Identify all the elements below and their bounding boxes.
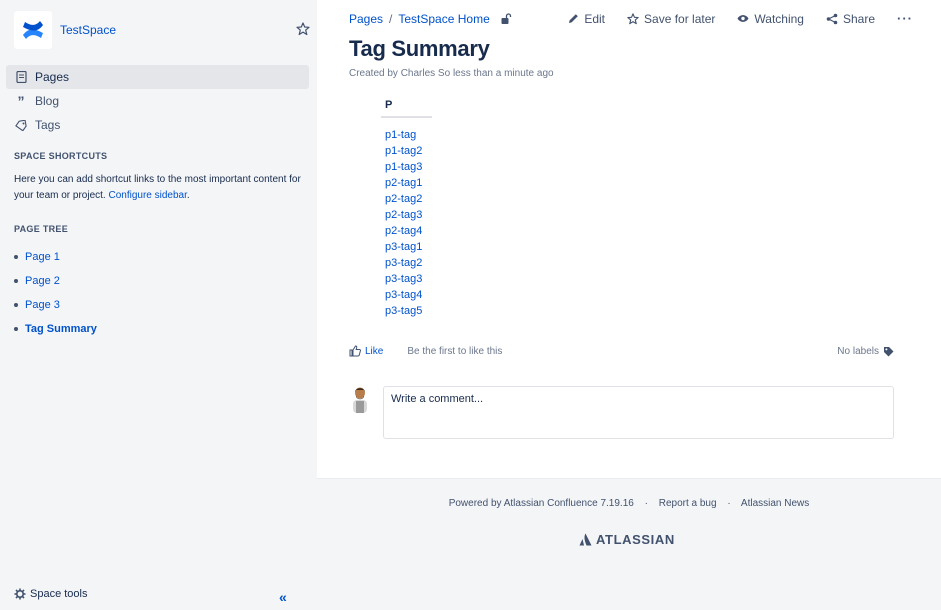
sidebar-item-blog[interactable]: ” Blog [6,89,309,113]
label-tag-icon[interactable] [883,346,894,357]
tag-link[interactable]: p3-tag3 [385,271,432,287]
sidebar-item-tags[interactable]: Tags [6,113,309,137]
page-actions: Edit Save for later Watching Share ··· [546,11,913,26]
tag-summary-column: P p1-tag p1-tag2 p1-tag3 p2-tag1 p2-tag2… [381,96,432,319]
blog-quote-icon: ” [17,93,25,109]
space-tools-button[interactable]: Space tools [14,588,87,600]
tree-item-page-1[interactable]: Page 1 [14,245,97,269]
breadcrumb-pages[interactable]: Pages [349,12,383,26]
breadcrumb-testspace-home[interactable]: TestSpace Home [398,12,489,26]
tag-list: p1-tag p1-tag2 p1-tag3 p2-tag1 p2-tag2 p… [381,127,432,319]
tag-link[interactable]: p1-tag [385,127,432,143]
watching-button[interactable]: Watching [737,12,804,26]
tree-item-label: Page 1 [25,251,60,263]
edit-button[interactable]: Edit [568,12,605,26]
tag-link[interactable]: p2-tag3 [385,207,432,223]
like-button[interactable]: Like [349,345,383,357]
breadcrumb: Pages / TestSpace Home [349,12,512,26]
page-title: Tag Summary [349,36,490,61]
thumbs-up-icon [349,345,361,357]
save-for-later-button[interactable]: Save for later [627,12,715,26]
bullet-icon [14,303,18,307]
share-button[interactable]: Share [826,12,875,26]
tag-link[interactable]: p2-tag4 [385,223,432,239]
breadcrumb-separator: / [389,12,393,26]
pages-icon [14,70,28,84]
sidebar-item-label: Pages [35,70,70,84]
sidebar-nav: Pages ” Blog Tags [6,65,309,137]
configure-sidebar-link[interactable]: Configure sidebar [109,190,187,201]
page-tree-heading: PAGE TREE [14,224,69,234]
footer: Powered by Atlassian Confluence 7.19.16 … [317,478,941,610]
tag-link[interactable]: p3-tag1 [385,239,432,255]
like-status-text: Be the first to like this [407,345,503,357]
main-content: Pages / TestSpace Home Edit Save for lat… [317,0,941,478]
star-outline-icon [627,12,639,24]
watching-label: Watching [754,11,804,26]
tree-item-page-2[interactable]: Page 2 [14,269,97,293]
sidebar-item-pages[interactable]: Pages [6,65,309,89]
space-shortcuts-heading: SPACE SHORTCUTS [14,151,108,161]
tree-item-page-3[interactable]: Page 3 [14,293,97,317]
more-icon: ··· [897,11,913,26]
comment-row: Write a comment... [349,386,894,439]
footer-dot: · [727,498,731,509]
sidebar-item-label: Blog [35,94,60,108]
no-labels-text: No labels [837,345,879,357]
like-label: Like [365,345,384,357]
tree-item-label: Page 3 [25,299,60,311]
tree-item-label: Page 2 [25,275,60,287]
sidebar-item-label: Tags [35,118,61,132]
tree-item-label: Tag Summary [25,323,97,335]
atlassian-logo: ATLASSIAN [579,532,675,547]
space-name-link[interactable]: TestSpace [60,23,116,37]
tag-link[interactable]: p3-tag4 [385,287,432,303]
tag-link[interactable]: p2-tag2 [385,191,432,207]
bullet-icon [14,255,18,259]
share-label: Share [842,11,875,26]
sidebar: TestSpace Pages ” Blog Tags SPACE SHORTC… [0,0,317,610]
shortcuts-period: . [186,190,190,201]
atlassian-news-link[interactable]: Atlassian News [741,498,809,509]
eye-icon [737,15,749,22]
comment-input[interactable]: Write a comment... [383,386,894,439]
collapse-sidebar-icon[interactable]: « [279,589,287,605]
atlassian-logo-icon [579,533,592,546]
atlassian-logo-text: ATLASSIAN [596,532,675,547]
save-for-later-label: Save for later [644,11,716,26]
page-tree: Page 1 Page 2 Page 3 Tag Summary [14,245,97,341]
tag-link[interactable]: p3-tag2 [385,255,432,271]
space-header[interactable]: TestSpace [14,11,116,49]
confluence-logo-icon[interactable] [14,11,52,49]
more-actions-button[interactable]: ··· [897,11,913,26]
tree-item-tag-summary[interactable]: Tag Summary [14,317,97,341]
pencil-icon [569,14,579,23]
space-tools-label: Space tools [30,588,88,600]
tags-icon [14,118,28,132]
user-avatar [353,387,367,413]
bullet-icon [14,327,18,331]
space-shortcuts-text: Here you can add shortcut links to the m… [14,172,304,204]
tag-link[interactable]: p1-tag3 [385,159,432,175]
labels-area[interactable]: No labels [837,346,894,357]
gear-icon [14,588,26,600]
footer-links: Powered by Atlassian Confluence 7.19.16 … [317,498,941,509]
like-row: Like Be the first to like this No labels [349,345,894,357]
share-icon [826,13,838,24]
column-header: P [381,96,432,118]
tag-link[interactable]: p1-tag2 [385,143,432,159]
tag-link[interactable]: p2-tag1 [385,175,432,191]
tag-link[interactable]: p3-tag5 [385,303,432,319]
page-byline: Created by Charles So less than a minute… [349,68,554,79]
footer-dot: · [644,498,648,509]
edit-label: Edit [584,11,606,26]
unlock-icon[interactable] [500,13,512,25]
star-icon[interactable] [296,22,310,36]
powered-by-text: Powered by Atlassian Confluence 7.19.16 [448,498,634,509]
bullet-icon [14,279,18,283]
report-bug-link[interactable]: Report a bug [659,498,717,509]
